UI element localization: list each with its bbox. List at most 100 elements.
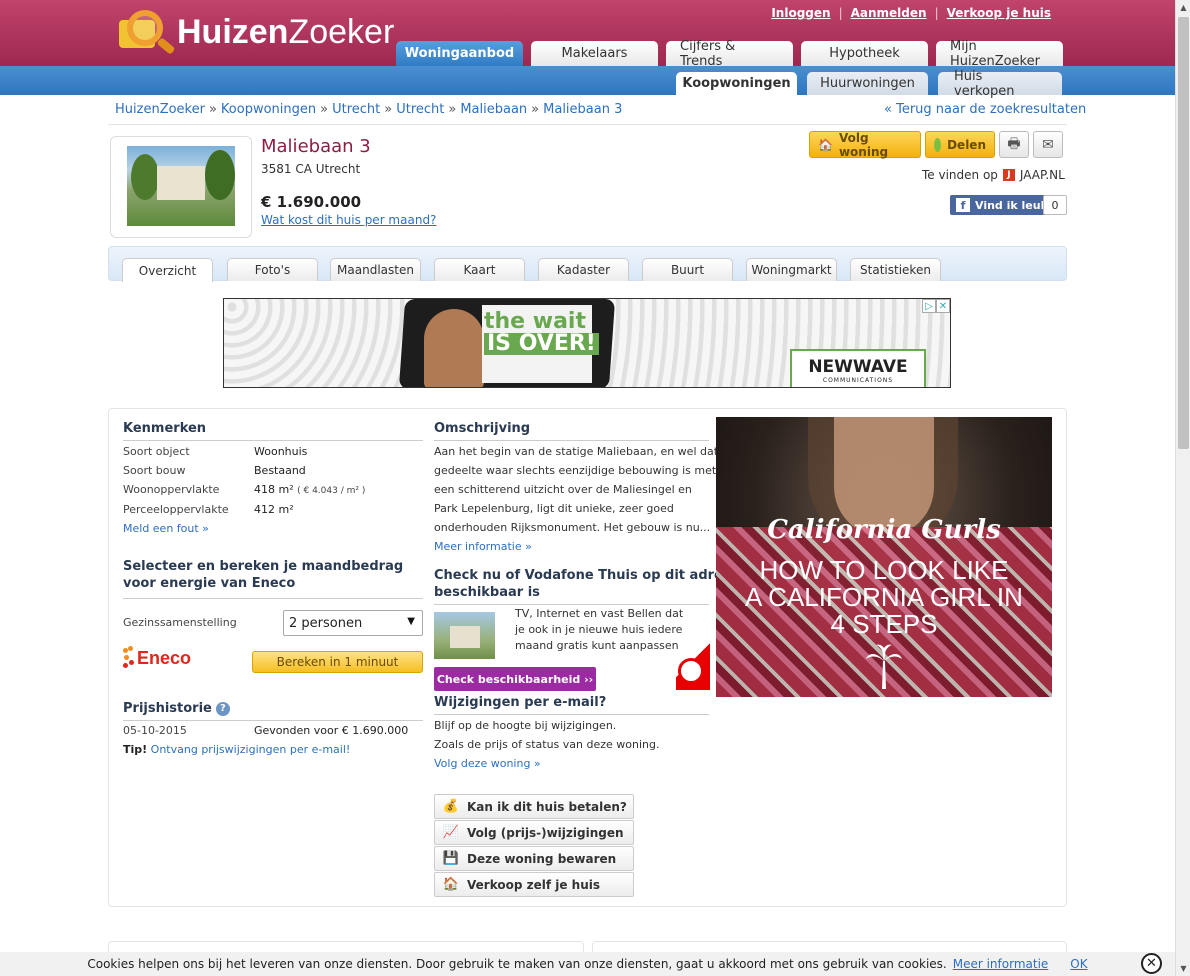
tab-statistieken[interactable]: Statistieken [850,258,941,281]
description-title: Omschrijving [434,421,531,436]
child-image [424,309,484,387]
breadcrumb-item[interactable]: Utrecht [396,102,444,117]
divider [108,124,1067,125]
divider [123,440,423,441]
close-ad-icon[interactable]: ✕ [936,299,950,313]
fashion-ad[interactable]: California Gurls HOW TO LOOK LIKE A CALIF… [716,417,1052,697]
adchoices-icon[interactable]: ▷ [922,299,936,313]
banner-ad[interactable]: the wait IS OVER! NEWWAVE COMMUNICATIONS ▷… [223,298,951,388]
close-icon[interactable]: ✕ [1141,953,1162,974]
register-link[interactable]: Aanmelden [851,6,927,20]
tab-maandlasten[interactable]: Maandlasten [330,258,421,281]
follow-property-link[interactable]: Volg deze woning » [434,757,541,770]
ad-brand-logo: NEWWAVE COMMUNICATIONS [790,349,926,387]
kv-label: Perceeloppervlakte [123,503,229,516]
subtab-huis-verkopen[interactable]: Huis verkopen [938,69,1062,99]
ad-brand: California Gurls [767,515,1001,545]
tab-buurt[interactable]: Buurt [642,258,733,281]
eneco-dots-icon [123,646,135,670]
scroll-down-icon[interactable]: ▼ [1176,961,1190,976]
kv-value: Bestaand [254,464,306,477]
divider [123,598,423,599]
property-photo-frame[interactable] [110,136,252,238]
history-event: Gevonden voor € 1.690.000 [254,724,409,737]
family-select[interactable]: 2 personen ▼ [283,610,423,636]
history-date: 05-10-2015 [123,724,187,737]
share-icon [934,137,942,152]
price-alert-link[interactable]: Ontvang prijswijzigingen per e-mail! [151,743,351,756]
share-label: Delen [947,137,986,152]
vodafone-logo-icon [676,630,710,690]
description-text: Aan het begin van de statige Maliebaan, … [434,445,719,534]
breadcrumb-item[interactable]: HuizenZoeker [115,102,205,117]
sell-yourself-button[interactable]: 🏠 Verkoop zelf je huis [434,872,634,897]
energy-title: Selecteer en bereken je maandbedrag voor … [123,559,404,591]
monthly-cost-link[interactable]: Wat kost dit huis per maand? [261,213,436,227]
breadcrumb-item[interactable]: Koopwoningen [221,102,316,117]
cookie-ok-link[interactable]: OK [1070,957,1087,971]
check-availability-button[interactable]: Check beschikbaarheid ›› [434,667,596,691]
email-button[interactable]: ✉ [1033,131,1063,158]
print-button[interactable]: 🖶 [999,131,1029,158]
follow-changes-button[interactable]: 📈 Volg (prijs-)wijzigingen [434,820,634,845]
adchoices-controls[interactable]: ▷ ✕ [922,299,950,313]
tab-kadaster[interactable]: Kadaster [538,258,629,281]
breadcrumb-item[interactable]: Utrecht [332,102,380,117]
kv-label: Soort object [123,445,190,458]
jaap-icon: J [1002,169,1015,181]
scrollbar-thumb[interactable] [1178,17,1189,449]
found-on-jaap: Te vinden op J JAAP.NL [922,168,1065,182]
more-info-link[interactable]: Meer informatie » [434,540,532,553]
vodafone-house-photo [434,612,495,659]
divider [434,604,709,605]
site-logo[interactable]: HuizenZoeker [113,6,394,58]
tab-hypotheek[interactable]: Hypotheek [801,41,928,66]
top-links: Inloggen | Aanmelden | Verkoop je huis [771,6,1051,20]
breadcrumb-item[interactable]: Maliebaan [460,102,527,117]
scroll-up-icon[interactable]: ▲ [1176,0,1190,15]
kv-label: Soort bouw [123,464,186,477]
subtab-koopwoningen[interactable]: Koopwoningen [676,72,797,95]
help-icon[interactable]: ? [215,701,230,716]
property-title: Maliebaan 3 [261,136,371,157]
kv-value: Woonhuis [254,445,308,458]
sell-house-link[interactable]: Verkoop je huis [947,6,1051,20]
logo-magnifier-icon [113,6,176,58]
save-property-button[interactable]: 💾 Deze woning bewaren [434,846,634,871]
trend-icon: 📈 [442,825,460,840]
divider [434,714,709,715]
back-to-results-link[interactable]: « Terug naar de zoekresultaten [884,102,1086,117]
email-updates-title: Wijzigingen per e-mail? [434,695,607,710]
tab-fotos[interactable]: Foto's [227,258,318,281]
jaap-link[interactable]: JAAP.NL [1020,168,1065,182]
cookie-bar: Cookies helpen ons bij het leveren van o… [0,952,1175,976]
breadcrumb: HuizenZoeker» Koopwoningen» Utrecht» Utrech… [115,102,623,117]
tab-kaart[interactable]: Kaart [434,258,525,281]
tab-overzicht[interactable]: Overzicht [122,258,213,282]
follow-property-button[interactable]: 🏠 Volg woning [809,131,921,159]
tab-makelaars[interactable]: Makelaars [531,41,658,66]
tab-cijfers-trends[interactable]: Cijfers & Trends [666,39,793,69]
afford-button[interactable]: 💰 Kan ik dit huis betalen? [434,794,634,819]
eneco-logo: Eneco [123,646,191,670]
tab-woningaanbod[interactable]: Woningaanbod [396,41,523,66]
vodafone-title: Check nu of Vodafone Thuis op dit adres b… [434,568,731,600]
house-icon: 🏠 [442,877,460,892]
login-link[interactable]: Inloggen [771,6,830,20]
cookie-more-info-link[interactable]: Meer informatie [953,957,1049,971]
family-label: Gezinssamenstelling [123,616,237,629]
kv-value: 418 m² ( € 4.043 / m² ) [254,483,366,496]
property-address: 3581 CA Utrecht [261,162,361,176]
tab-mijn-huizenzoeker[interactable]: Mijn HuizenZoeker [936,39,1063,69]
report-error-link[interactable]: Meld een fout » [123,522,209,535]
calculate-energy-button[interactable]: Bereken in 1 minuut [252,651,423,673]
tab-woningmarkt[interactable]: Woningmarkt [746,258,837,281]
subtab-huurwoningen[interactable]: Huurwoningen [807,72,928,95]
scrollbar[interactable]: ▲ ▼ [1175,0,1190,976]
property-photo [127,146,235,226]
share-button[interactable]: Delen [925,131,995,158]
breadcrumb-item[interactable]: Maliebaan 3 [543,102,622,117]
save-icon: 💾 [442,851,460,866]
facebook-like-button[interactable]: f Vind ik leuk [950,195,1054,215]
email-updates-text: Blijf op de hoogte bij wijzigingen. Zoals… [434,719,660,751]
